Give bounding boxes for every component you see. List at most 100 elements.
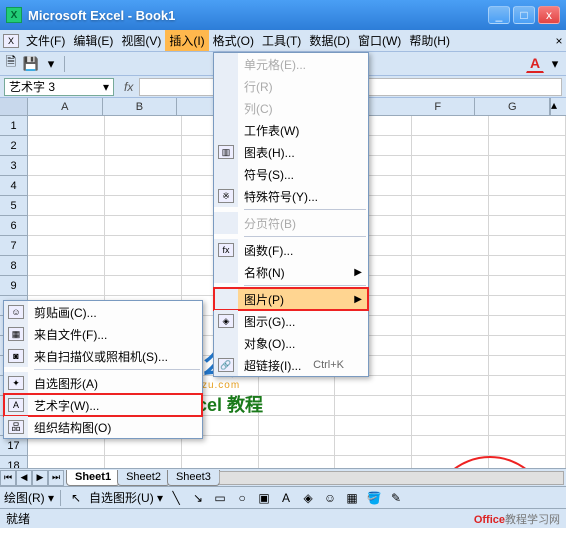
cell[interactable] <box>182 436 259 456</box>
cell[interactable] <box>335 456 412 468</box>
cell[interactable] <box>489 336 566 356</box>
cell[interactable] <box>412 156 489 176</box>
menu-view[interactable]: 视图(V) <box>117 30 165 51</box>
menu-help[interactable]: 帮助(H) <box>405 30 454 51</box>
tab-nav-next[interactable]: ▶ <box>32 470 48 486</box>
horizontal-scrollbar[interactable] <box>219 471 564 485</box>
autoshapes-menu[interactable]: 自选图形(U) ▾ <box>89 489 163 506</box>
cell[interactable] <box>489 116 566 136</box>
cell[interactable] <box>28 436 105 456</box>
row-header[interactable]: 3 <box>0 156 28 176</box>
cell[interactable] <box>489 176 566 196</box>
select-objects-button[interactable]: ↖ <box>67 489 85 507</box>
cell[interactable] <box>489 276 566 296</box>
row-header[interactable]: 17 <box>0 436 28 456</box>
document-icon[interactable]: X <box>0 34 22 48</box>
name-box[interactable]: 艺术字 3▾ <box>4 78 114 96</box>
cell[interactable] <box>105 116 182 136</box>
menu-item-chart[interactable]: ▥图表(H)... <box>214 141 368 163</box>
cell[interactable] <box>259 416 336 436</box>
cell[interactable] <box>28 176 105 196</box>
close-button[interactable]: x <box>538 6 560 24</box>
cell[interactable] <box>182 456 259 468</box>
menu-file[interactable]: 文件(F) <box>22 30 69 51</box>
cell[interactable] <box>489 156 566 176</box>
cell[interactable] <box>28 216 105 236</box>
cell[interactable] <box>28 196 105 216</box>
cell[interactable] <box>28 456 105 468</box>
cell[interactable] <box>412 436 489 456</box>
menu-item-special-symbol[interactable]: ※特殊符号(Y)... <box>214 185 368 207</box>
menu-item-function[interactable]: fx函数(F)... <box>214 239 368 261</box>
linecolor-button[interactable]: ✎ <box>387 489 405 507</box>
font-color-button[interactable]: A <box>526 55 544 73</box>
cell[interactable] <box>105 176 182 196</box>
row-header[interactable]: 4 <box>0 176 28 196</box>
cell[interactable] <box>105 276 182 296</box>
menu-format[interactable]: 格式(O) <box>209 30 258 51</box>
cell[interactable] <box>28 236 105 256</box>
menu-item-rows[interactable]: 行(R) <box>214 75 368 97</box>
cell[interactable] <box>105 216 182 236</box>
cell[interactable] <box>105 236 182 256</box>
cell[interactable] <box>489 356 566 376</box>
maximize-button[interactable]: □ <box>513 6 535 24</box>
oval-button[interactable]: ○ <box>233 489 251 507</box>
cell[interactable] <box>412 256 489 276</box>
cell[interactable] <box>489 236 566 256</box>
cell[interactable] <box>28 116 105 136</box>
cell[interactable] <box>105 196 182 216</box>
font-color-dropdown[interactable]: ▾ <box>546 55 564 73</box>
picture-button[interactable]: ▦ <box>343 489 361 507</box>
menu-item-hyperlink[interactable]: 🔗超链接(I)...Ctrl+K <box>214 354 368 376</box>
menu-item-from-file[interactable]: ▦来自文件(F)... <box>4 323 202 345</box>
sheet-tab[interactable]: Sheet2 <box>117 470 170 486</box>
row-header[interactable]: 9 <box>0 276 28 296</box>
cell[interactable] <box>412 396 489 416</box>
menu-item-cells[interactable]: 单元格(E)... <box>214 53 368 75</box>
cell[interactable] <box>28 276 105 296</box>
menu-item-object[interactable]: 对象(O)... <box>214 332 368 354</box>
minimize-button[interactable]: _ <box>488 6 510 24</box>
cell[interactable] <box>335 396 412 416</box>
cell[interactable] <box>28 256 105 276</box>
row-header[interactable]: 1 <box>0 116 28 136</box>
arrow-button[interactable]: ↘ <box>189 489 207 507</box>
menu-item-autoshapes[interactable]: ✦自选图形(A) <box>4 372 202 394</box>
cell[interactable] <box>105 256 182 276</box>
row-header[interactable]: 7 <box>0 236 28 256</box>
vscroll-top[interactable]: ▴ <box>550 98 566 115</box>
menu-item-name[interactable]: 名称(N)▶ <box>214 261 368 283</box>
col-header[interactable]: G <box>475 98 550 115</box>
cell[interactable] <box>335 416 412 436</box>
cell[interactable] <box>412 376 489 396</box>
row-header[interactable]: 6 <box>0 216 28 236</box>
cell[interactable] <box>412 236 489 256</box>
cell[interactable] <box>489 136 566 156</box>
textbox-button[interactable]: ▣ <box>255 489 273 507</box>
line-button[interactable]: ╲ <box>167 489 185 507</box>
tab-nav-prev[interactable]: ◀ <box>16 470 32 486</box>
menu-item-wordart[interactable]: A艺术字(W)... <box>4 394 202 416</box>
menu-edit[interactable]: 编辑(E) <box>69 30 117 51</box>
save-button[interactable]: 💾 <box>22 55 40 73</box>
menu-item-symbol[interactable]: 符号(S)... <box>214 163 368 185</box>
clipart-button[interactable]: ☺ <box>321 489 339 507</box>
col-header[interactable]: A <box>28 98 103 115</box>
menu-item-orgchart[interactable]: 品组织结构图(O) <box>4 416 202 438</box>
fillcolor-button[interactable]: 🪣 <box>365 489 383 507</box>
cell[interactable] <box>412 356 489 376</box>
doc-close-button[interactable]: × <box>552 34 566 48</box>
cell[interactable] <box>259 456 336 468</box>
cell[interactable] <box>489 376 566 396</box>
cell[interactable] <box>489 316 566 336</box>
cell[interactable] <box>412 296 489 316</box>
cell[interactable] <box>105 156 182 176</box>
row-header[interactable]: 18 <box>0 456 28 468</box>
cell[interactable] <box>412 336 489 356</box>
row-header[interactable]: 8 <box>0 256 28 276</box>
draw-menu[interactable]: 绘图(R) ▾ <box>4 489 54 506</box>
cell[interactable] <box>489 456 566 468</box>
cell[interactable] <box>259 436 336 456</box>
cell[interactable] <box>489 416 566 436</box>
